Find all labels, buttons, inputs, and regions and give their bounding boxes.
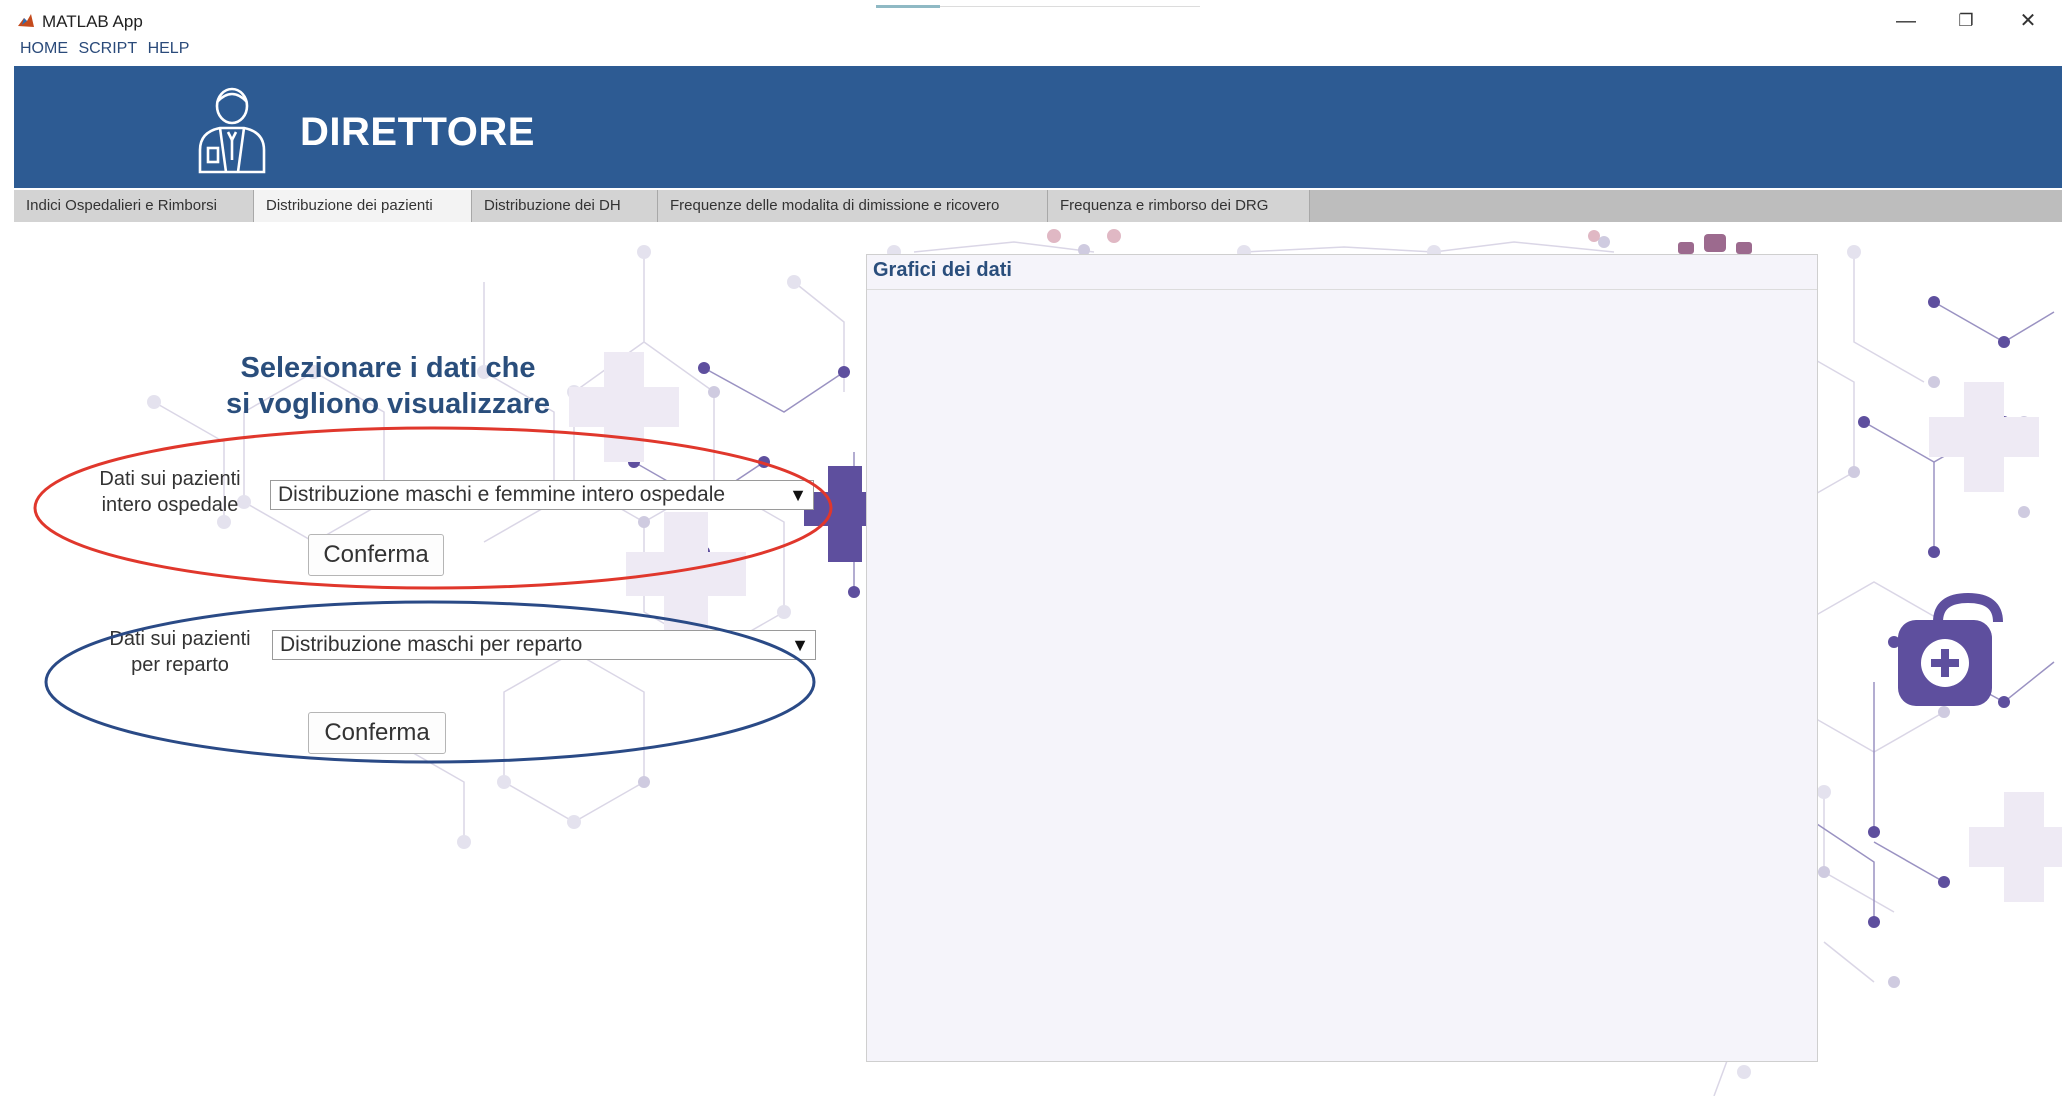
chevron-down-icon: ▼ (789, 485, 807, 505)
titlebar-accent-line (940, 6, 1200, 7)
hospital-label-line-1: Dati sui pazienti (99, 468, 241, 490)
department-label-line-1: Dati sui pazienti (109, 628, 251, 650)
hospital-dropdown-value: Distribuzione maschi e femmine intero os… (278, 483, 726, 506)
matlab-logo-icon (16, 12, 36, 30)
close-button[interactable]: ✕ (2008, 8, 2048, 34)
app-header: DIRETTORE (14, 66, 2062, 188)
tab-indici-ospedalieri[interactable]: Indici Ospedalieri e Rimborsi (14, 190, 254, 222)
department-dropdown-value: Distribuzione maschi per reparto (280, 633, 583, 656)
charts-panel: Grafici dei dati (866, 254, 1818, 1062)
selection-prompt: Selezionare i dati che si vogliono visua… (198, 350, 578, 422)
menu-script[interactable]: SCRIPT (78, 40, 137, 57)
menu-help[interactable]: HELP (148, 40, 190, 57)
hospital-data-label: Dati sui pazienti intero ospedale (80, 466, 260, 518)
hospital-data-dropdown[interactable]: Distribuzione maschi e femmine intero os… (270, 480, 814, 510)
department-data-label: Dati sui pazienti per reparto (90, 626, 270, 678)
window-title: MATLAB App (42, 12, 143, 31)
menu-bar: HOME SCRIPT HELP (20, 40, 195, 64)
tab-distribuzione-dh[interactable]: Distribuzione dei DH (472, 190, 658, 222)
prompt-line-1: Selezionare i dati che (240, 352, 536, 384)
hospital-label-line-2: intero ospedale (101, 494, 239, 516)
department-data-dropdown[interactable]: Distribuzione maschi per reparto ▼ (272, 630, 816, 660)
restore-button[interactable]: ❐ (1946, 8, 1986, 34)
prompt-line-2: si vogliono visualizzare (226, 388, 550, 420)
titlebar-accent (876, 5, 940, 8)
tab-content: Selezionare i dati che si vogliono visua… (14, 222, 2062, 1096)
chevron-down-icon: ▼ (791, 635, 809, 655)
doctor-icon (198, 87, 266, 174)
department-label-line-2: per reparto (131, 654, 229, 676)
charts-panel-title: Grafici dei dati (873, 259, 1012, 281)
tab-frequenza-drg[interactable]: Frequenza e rimborso dei DRG (1048, 190, 1310, 222)
menu-home[interactable]: HOME (20, 40, 68, 57)
tab-frequenze-dimissione[interactable]: Frequenze delle modalita di dimissione e… (658, 190, 1048, 222)
page-title: DIRETTORE (300, 110, 535, 154)
tab-bar: Indici Ospedalieri e Rimborsi Distribuzi… (14, 190, 2062, 223)
tab-distribuzione-pazienti[interactable]: Distribuzione dei pazienti (254, 190, 472, 223)
medical-bag-icon (1898, 592, 2003, 706)
window-titlebar: MATLAB App — ❐ ✕ (0, 0, 2064, 40)
department-confirm-button[interactable]: Conferma (308, 712, 446, 754)
minimize-button[interactable]: — (1886, 8, 1926, 34)
panel-divider (867, 289, 1817, 290)
hospital-confirm-button[interactable]: Conferma (308, 534, 444, 576)
